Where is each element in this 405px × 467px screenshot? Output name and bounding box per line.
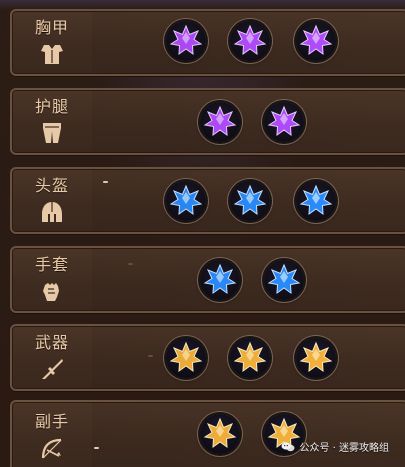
wechat-public-account-icon <box>281 441 295 451</box>
slot-row-helmet[interactable]: 头盔 <box>10 167 405 234</box>
marker-dot <box>94 447 99 449</box>
watermark-text: 公众号 · 迷雾攻略组 <box>299 443 389 454</box>
offhand-bow-icon <box>41 438 62 459</box>
gold-gem-icon <box>299 341 333 373</box>
marker-dot <box>103 181 108 183</box>
slot-row-weapon[interactable]: 武器 <box>10 324 405 391</box>
slot-row-chest[interactable]: 胸甲 <box>10 9 405 76</box>
gem-socket[interactable] <box>166 21 206 61</box>
leg-armor-icon <box>43 122 61 143</box>
slot-label-group: 头盔 <box>12 169 92 232</box>
slot-name: 武器 <box>34 332 69 352</box>
gem-socket[interactable] <box>264 260 304 300</box>
chest-armor-icon <box>41 44 63 64</box>
slot-name: 手套 <box>34 254 69 274</box>
gem-socket[interactable] <box>264 102 304 142</box>
gem-socket[interactable] <box>200 260 240 300</box>
slot-label-group: 胸甲 <box>12 11 92 74</box>
blue-gem-icon <box>203 263 237 295</box>
slot-row-offhand[interactable]: 副手 <box>10 400 405 467</box>
purple-gem-icon <box>203 105 237 137</box>
purple-gem-icon <box>267 105 301 137</box>
gem-socket[interactable] <box>230 181 270 221</box>
watermark: 公众号 · 迷雾攻略组 <box>281 439 389 454</box>
slot-label-group: 副手 <box>12 402 92 467</box>
purple-gem-icon <box>169 24 203 56</box>
marker-dot <box>128 263 133 265</box>
gold-gem-icon <box>233 341 267 373</box>
marker-dot <box>148 355 153 357</box>
gold-gem-icon <box>203 417 237 449</box>
blue-gem-icon <box>169 184 203 216</box>
gem-socket[interactable] <box>200 414 240 454</box>
slot-row-gloves[interactable]: 手套 <box>10 246 405 313</box>
helmet-icon <box>42 201 62 222</box>
purple-gem-icon <box>299 24 333 56</box>
gem-socket[interactable] <box>200 102 240 142</box>
gem-socket[interactable] <box>230 338 270 378</box>
blue-gem-icon <box>299 184 333 216</box>
gem-socket[interactable] <box>166 181 206 221</box>
slot-name: 护腿 <box>34 96 69 116</box>
slot-label-group: 武器 <box>12 326 92 389</box>
blue-gem-icon <box>267 263 301 295</box>
slot-name: 胸甲 <box>34 17 69 37</box>
gem-socket[interactable] <box>296 181 336 221</box>
slot-label-group: 护腿 <box>12 90 92 153</box>
gem-socket[interactable] <box>230 21 270 61</box>
gloves-icon <box>43 282 59 301</box>
gem-socket[interactable] <box>166 338 206 378</box>
weapon-icon <box>42 358 63 379</box>
gem-socket[interactable] <box>296 338 336 378</box>
slot-label-group: 手套 <box>12 248 92 311</box>
purple-gem-icon <box>233 24 267 56</box>
gem-socket[interactable] <box>296 21 336 61</box>
blue-gem-icon <box>233 184 267 216</box>
slot-name: 头盔 <box>34 175 69 195</box>
slot-name: 副手 <box>34 412 69 431</box>
gold-gem-icon <box>169 341 203 373</box>
slot-row-legs[interactable]: 护腿 <box>10 88 405 155</box>
